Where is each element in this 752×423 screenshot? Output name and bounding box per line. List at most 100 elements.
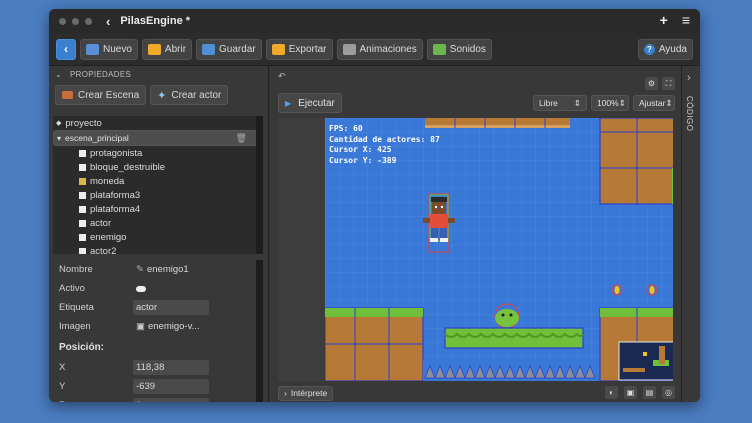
animations-icon (342, 43, 356, 55)
chevron-left-icon: ‹ (64, 42, 68, 56)
new-button[interactable]: Nuevo (80, 38, 138, 60)
x-input[interactable]: 118,38 (133, 360, 209, 375)
tree-item-plataforma3[interactable]: plataforma3 (53, 188, 263, 202)
main-toolbar: ‹ Nuevo Abrir Guardar Exportar Animacion… (49, 33, 700, 66)
chevron-left-icon[interactable]: ‹ (106, 14, 110, 29)
tag-input[interactable]: actor (133, 300, 209, 315)
create-scene-label: Crear Escena (78, 89, 140, 101)
interpreter-button[interactable]: › Intérprete (278, 385, 334, 401)
title-bar: ‹ PilasEngine * + ≡ (49, 9, 700, 33)
plus-icon[interactable]: + (660, 12, 668, 28)
tree-item-label: actor (90, 217, 112, 229)
name-value: enemigo1 (146, 264, 189, 275)
tree-item-proyecto[interactable]: ◆ proyecto (53, 116, 263, 130)
z-label: Z (53, 400, 133, 402)
updown-icon: ⇕ (665, 97, 673, 108)
tree-item-protagonista[interactable]: protagonista (53, 146, 263, 160)
animations-button[interactable]: Animaciones (336, 38, 423, 60)
tree-item-label: plataforma3 (90, 189, 141, 201)
tree-item-enemigo[interactable]: enemigo (53, 230, 263, 244)
chevron-down-icon: ⌄ (55, 69, 63, 79)
minimize-window-button[interactable] (72, 17, 79, 25)
actor-square-icon (79, 233, 86, 241)
minimap[interactable] (618, 341, 673, 381)
tree-scrollbar[interactable] (256, 116, 263, 254)
chevron-right-icon[interactable]: › (687, 72, 691, 84)
tree-item-label: protagonista (90, 147, 143, 159)
open-button-label: Abrir (164, 43, 187, 55)
tree-item-bloque-destruible[interactable]: bloque_destruible (53, 160, 263, 174)
help-button[interactable]: ? Ayuda (637, 39, 693, 60)
updown-icon: ⇕ (573, 97, 581, 108)
tree-item-plataforma4[interactable]: plataforma4 (53, 202, 263, 216)
create-actor-button[interactable]: ✦ Crear actor (150, 85, 229, 105)
code-panel[interactable]: › CÓDIGO (681, 66, 700, 402)
tag-label: Etiqueta (59, 302, 94, 313)
chevron-down-icon: ▾ (57, 133, 62, 143)
fit-select[interactable]: Ajustar ⇕ (633, 95, 675, 111)
image-icon[interactable]: ▣ (624, 386, 637, 399)
cursor-y-text: Cursor Y: -389 (329, 155, 397, 165)
animations-button-label: Animaciones (359, 43, 417, 55)
properties-header[interactable]: ⌄ PROPIEDADES (49, 66, 268, 82)
debug-hud: FPS: 60 Cantidad de actores: 87 Cursor X… (329, 124, 440, 166)
tree-item-actor2[interactable]: actor2 (53, 244, 263, 254)
actor-square-icon (79, 191, 86, 199)
export-button-label: Exportar (288, 43, 327, 55)
right-dirt-column (599, 118, 673, 205)
top-platform (425, 118, 570, 128)
tree-item-actor[interactable]: actor (53, 216, 263, 230)
new-button-label: Nuevo (103, 43, 132, 55)
name-field[interactable]: ✎ enemigo1 (133, 262, 209, 277)
help-button-label: Ayuda (658, 44, 687, 55)
active-label: Activo (59, 283, 85, 294)
active-toggle[interactable] (133, 281, 209, 296)
tree-item-label: bloque_destruible (90, 161, 166, 173)
image-icon: ▣ (136, 321, 145, 332)
export-button[interactable]: Exportar (265, 38, 333, 60)
close-window-button[interactable] (59, 17, 66, 25)
image-selector[interactable]: ▣ enemigo-v... (133, 319, 209, 334)
tree-item-moneda[interactable]: moneda (53, 174, 263, 188)
z-input[interactable]: 0 (133, 398, 209, 402)
sounds-icon (432, 43, 446, 55)
maximize-window-button[interactable] (85, 17, 92, 25)
x-label: X (59, 362, 66, 373)
tree-item-label: plataforma4 (90, 203, 141, 215)
target-icon[interactable]: ◎ (662, 386, 675, 399)
cursor-x-text: Cursor X: 425 (329, 145, 392, 154)
gallery-icon[interactable]: ▤ (643, 386, 656, 399)
mode-value: Libre (539, 98, 558, 108)
fullscreen-icon[interactable]: ⛶ (662, 77, 675, 90)
properties-scrollbar[interactable] (256, 260, 263, 402)
menu-icon[interactable]: ≡ (682, 12, 690, 28)
settings-icon[interactable]: ⚙ (645, 77, 658, 90)
help-icon: ? (643, 44, 655, 55)
app-window: ‹ PilasEngine * + ≡ ‹ Nuevo Abrir Guarda… (49, 9, 700, 402)
mode-select[interactable]: Libre ⇕ (533, 95, 587, 111)
toggle-switch (136, 285, 146, 292)
actor-properties: Nombre ✎ enemigo1 Activo Etiqueta actor I… (53, 260, 263, 402)
run-button[interactable]: ▶ Ejecutar (278, 93, 342, 113)
sounds-button[interactable]: Sonidos (426, 38, 492, 60)
zoom-select[interactable]: 100% ⇕ (591, 95, 629, 111)
trash-icon[interactable]: 🗑 (236, 133, 247, 144)
image-value: enemigo-v... (147, 321, 200, 332)
globe-icon[interactable]: ◐ (605, 386, 618, 399)
undo-icon[interactable]: ↶ (278, 71, 286, 82)
actor-square-icon (79, 205, 86, 213)
open-button[interactable]: Abrir (141, 38, 193, 60)
diamond-icon: ◆ (56, 120, 62, 127)
y-input[interactable]: -639 (133, 379, 209, 394)
create-scene-button[interactable]: Crear Escena (55, 85, 147, 105)
fit-value: Ajustar (639, 98, 666, 108)
run-label: Ejecutar (298, 97, 335, 109)
back-button[interactable]: ‹ (56, 38, 76, 60)
properties-panel: ⌄ PROPIEDADES Crear Escena ✦ Crear actor… (49, 66, 269, 402)
tree-item-escena-principal[interactable]: ▾ escena_principal 🗑 (53, 130, 263, 146)
name-label: Nombre (59, 264, 93, 275)
save-button[interactable]: Guardar (196, 38, 262, 60)
game-viewport[interactable]: FPS: 60 Cantidad de actores: 87 Cursor X… (278, 118, 673, 381)
fps-text: FPS: 60 (329, 124, 363, 133)
scene-tree: ◆ proyecto ▾ escena_principal 🗑 protagon… (53, 116, 263, 254)
